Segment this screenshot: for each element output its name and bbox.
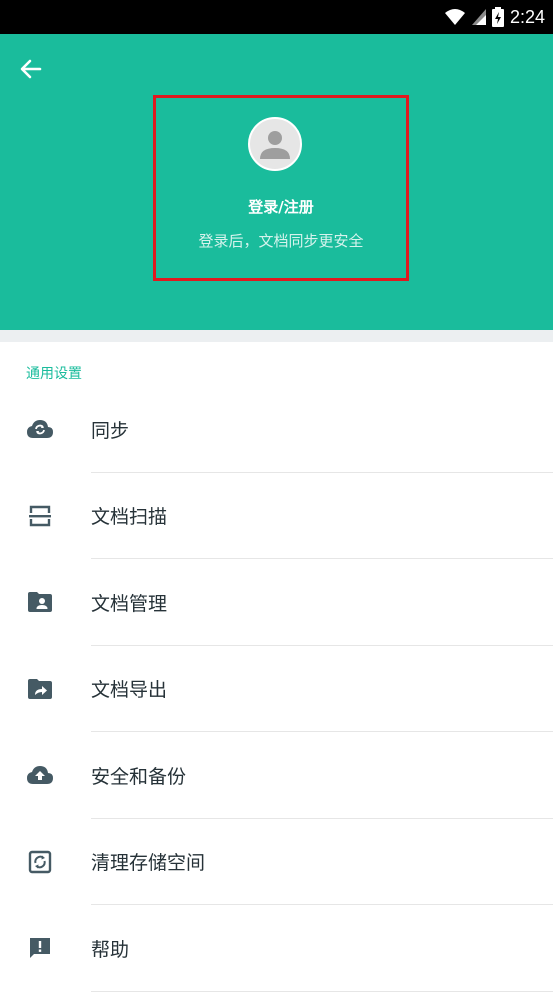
settings-item-sync[interactable]: 同步: [0, 386, 553, 473]
settings-item-label: 文档导出: [91, 679, 168, 702]
settings-item-doc-export[interactable]: 文档导出: [0, 646, 553, 732]
login-card[interactable]: 登录/注册 登录后，文档同步更安全: [153, 95, 409, 281]
settings-list: 同步 文档扫描 文档管理 文档导出 安全和备份 清理存储空间 帮助: [0, 386, 553, 992]
login-subtitle: 登录后，文档同步更安全: [198, 232, 364, 250]
settings-item-help[interactable]: 帮助: [0, 905, 553, 992]
settings-item-doc-manage[interactable]: 文档管理: [0, 559, 553, 646]
settings-item-label: 同步: [91, 419, 130, 442]
feedback-icon: [26, 934, 54, 962]
avatar[interactable]: [248, 117, 302, 171]
section-title-general: 通用设置: [26, 366, 82, 382]
settings-item-scan[interactable]: 文档扫描: [0, 473, 553, 559]
status-icons: 2:24: [444, 6, 545, 28]
login-register-title[interactable]: 登录/注册: [156, 196, 406, 217]
account-header: 登录/注册 登录后，文档同步更安全: [0, 34, 553, 330]
status-bar: 2:24: [0, 0, 553, 34]
settings-item-label: 文档扫描: [91, 506, 168, 529]
settings-item-cleanup[interactable]: 清理存储空间: [0, 819, 553, 905]
settings-item-label: 清理存储空间: [91, 852, 206, 875]
folder-share-icon: [26, 675, 54, 703]
back-button[interactable]: [16, 54, 46, 84]
folder-account-icon: [26, 588, 54, 616]
signal-icon: [471, 9, 486, 25]
arrow-left-icon: [20, 59, 42, 79]
status-time: 2:24: [509, 7, 545, 27]
settings-item-security-backup[interactable]: 安全和备份: [0, 732, 553, 819]
scan-icon: [26, 502, 54, 530]
cleanup-icon: [26, 848, 54, 876]
section-divider: [0, 330, 553, 342]
wifi-icon: [444, 9, 465, 25]
cloud-sync-icon: [26, 415, 54, 443]
settings-item-label: 文档管理: [91, 592, 168, 615]
settings-item-label: 安全和备份: [91, 765, 187, 788]
user-icon: [260, 131, 290, 159]
battery-icon: [491, 7, 504, 27]
settings-item-label: 帮助: [91, 938, 130, 961]
cloud-upload-icon: [26, 761, 54, 789]
